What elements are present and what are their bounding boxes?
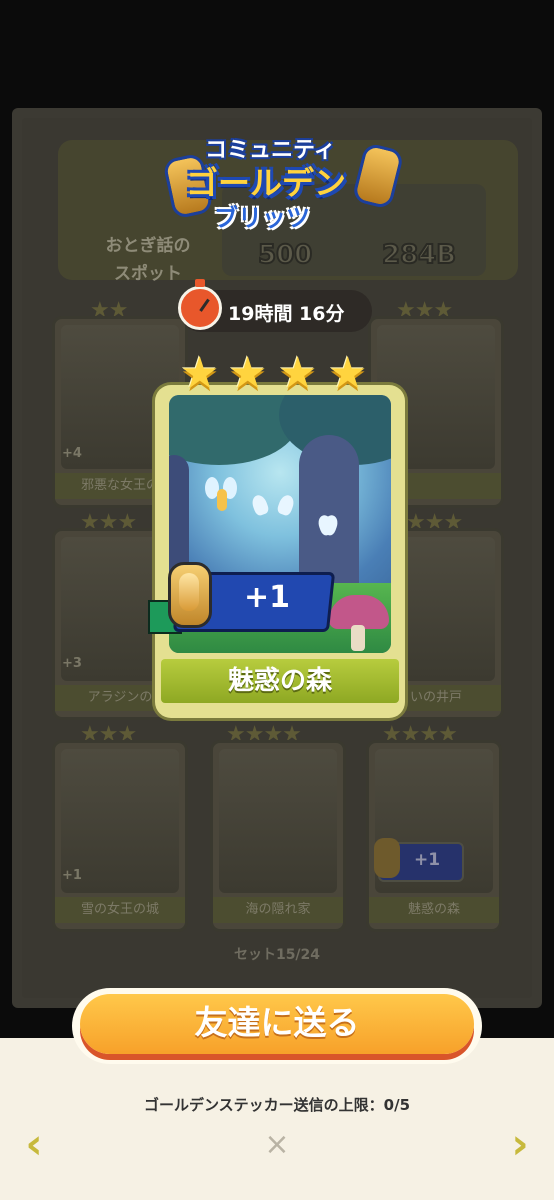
star-icon: ★ [278,348,318,399]
background-card-7[interactable]: 魅惑の森 [366,740,502,932]
send-limit-text: ゴールデンステッカー送信の上限：0/5 [143,1096,411,1114]
background-card-badge: +3 [62,656,82,671]
background-count-a: 500 [257,239,313,271]
send-to-friend-button[interactable]: 友達に送る [72,988,482,1064]
background-card-badge: +1 [62,868,82,883]
background-card-name: 海の隠れ家 [213,897,343,923]
background-sticker-count: +1 [414,850,441,870]
set-progress: セット15/24 [233,947,321,963]
star-icon: ★ [180,348,220,399]
timer-text: 19時間 16分 [228,303,345,325]
golden-coin-icon [351,142,405,210]
featured-sticker-card[interactable]: 魅惑の森 [155,385,405,718]
chevron-right-icon[interactable]: › [498,1122,542,1166]
chevron-left-icon[interactable]: ‹ [12,1122,56,1166]
logo-line-3: ブリッツ [214,204,310,232]
background-count-b: 284B [381,239,457,271]
golden-coin-icon [168,562,212,628]
send-to-friend-label: 友達に送る [80,994,474,1054]
background-card-badge: +4 [62,446,82,461]
golden-sticker-count-badge: +1 [148,562,336,634]
background-golden-sticker-badge: +1 [374,838,464,882]
background-card-5[interactable]: 雪の女王の城 [52,740,188,932]
featured-card-stars: ★ ★ ★ ★ [178,348,378,399]
butterfly-icon [319,515,337,529]
background-card-art [219,749,337,893]
featured-card-name: 魅惑の森 [161,659,399,703]
event-timer: 19時間 16分 [178,279,372,332]
golden-sticker-count: +1 [244,580,291,615]
background-card-name: 魅惑の森 [369,897,499,923]
golden-coin-icon [374,838,400,878]
mushroom-icon [329,595,389,651]
close-icon[interactable]: × [262,1130,292,1160]
community-golden-blitz-logo: コミュニティ ゴールデン ブリッツ [150,128,410,233]
fairy-icon [205,473,239,517]
background-card-6[interactable]: 海の隠れ家 [210,740,346,932]
butterfly-icon [253,495,293,527]
star-icon: ★ [228,348,268,399]
stopwatch-icon [178,279,222,330]
star-icon: ★ [328,348,368,399]
background-spot-label: おとぎ話の スポット [105,236,191,284]
background-card-name: 雪の女王の城 [55,897,185,923]
